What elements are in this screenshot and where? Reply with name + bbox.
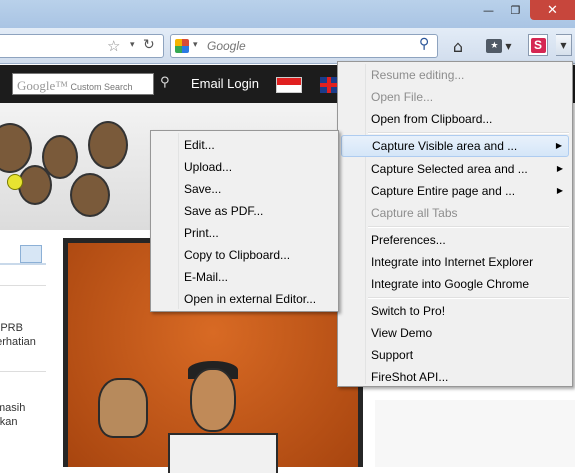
left-text-line: masih: [0, 402, 26, 414]
menu-item-integrate-ie[interactable]: Integrate into Internet Explorer: [341, 251, 569, 273]
close-button[interactable]: ✕: [530, 0, 575, 20]
submenu-item-print[interactable]: Print...: [154, 222, 335, 244]
email-login-link[interactable]: Email Login: [191, 76, 259, 91]
fireshot-icon: S: [530, 37, 546, 53]
submenu-item-open-external-editor[interactable]: Open in external Editor...: [154, 288, 335, 310]
submenu-item-edit[interactable]: Edit...: [154, 134, 335, 156]
cartoon-shirt: [168, 433, 278, 473]
divider: [0, 371, 46, 372]
sidebar-widget-header: [0, 245, 46, 265]
menu-item-preferences[interactable]: Preferences...: [341, 229, 569, 251]
bookmarks-icon: ★: [486, 39, 503, 53]
search-input[interactable]: [205, 37, 405, 55]
menu-item-open-from-clipboard[interactable]: Open from Clipboard...: [341, 108, 569, 130]
fireshot-menu: Resume editing... Open File... Open from…: [337, 61, 573, 387]
smiley-icon: [7, 174, 23, 190]
chevron-down-icon: ▼: [505, 41, 512, 51]
menu-item-switch-to-pro[interactable]: Switch to Pro!: [341, 300, 569, 322]
cartoon-person: [190, 368, 236, 432]
minimize-button[interactable]: —: [474, 0, 503, 20]
reload-icon[interactable]: ↻: [143, 37, 155, 53]
search-icon[interactable]: ⚲: [419, 36, 429, 52]
menu-item-support[interactable]: Support: [341, 344, 569, 366]
capture-submenu: Edit... Upload... Save... Save as PDF...…: [150, 130, 339, 312]
submenu-item-save[interactable]: Save...: [154, 178, 335, 200]
submenu-item-save-as-pdf[interactable]: Save as PDF...: [154, 200, 335, 222]
menu-item-label: Capture Entire page and ...: [371, 184, 516, 198]
engine-dropdown-icon[interactable]: ▾: [193, 40, 198, 50]
menu-item-label: Capture Visible area and ...: [372, 139, 518, 153]
menu-item-label: Capture Selected area and ...: [371, 162, 528, 176]
cartoon-face: [18, 165, 52, 205]
menu-separator: [368, 226, 569, 228]
submenu-arrow-icon: ▶: [556, 164, 563, 173]
indonesia-flag-icon[interactable]: [276, 77, 302, 93]
left-text-line: perhatian: [0, 336, 36, 348]
menu-item-view-demo[interactable]: View Demo: [341, 322, 569, 344]
cartoon-face: [0, 123, 32, 173]
left-text-line: nyakan: [0, 416, 18, 428]
maximize-button[interactable]: ❐: [501, 0, 530, 20]
bookmarks-button[interactable]: ★ ▼: [482, 36, 516, 56]
submenu-item-email[interactable]: E-Mail...: [154, 266, 335, 288]
search-brand: Google™: [17, 78, 69, 93]
submenu-arrow-icon: ▶: [556, 186, 563, 195]
fireshot-dropdown-button[interactable]: ▼: [556, 34, 572, 56]
cartoon-face: [88, 121, 128, 169]
submenu-arrow-icon: ▶: [555, 141, 562, 150]
submenu-item-copy-to-clipboard[interactable]: Copy to Clipboard...: [154, 244, 335, 266]
left-column-text: am PRB perhatian masih nyakan: [0, 273, 46, 467]
menu-item-capture-visible[interactable]: Capture Visible area and ... ▶: [341, 135, 569, 157]
menu-item-capture-entire[interactable]: Capture Entire page and ... ▶: [341, 180, 569, 202]
cartoon-person: [98, 378, 148, 438]
cartoon-face: [70, 173, 110, 217]
navigation-toolbar: ☆ ▾ ↻ ▾ ⚲ ⌂ ★ ▼ S ▼: [0, 28, 575, 64]
search-bar[interactable]: ▾ ⚲: [170, 34, 438, 58]
search-icon[interactable]: ⚲: [160, 75, 170, 90]
menu-item-fireshot-api[interactable]: FireShot API...: [341, 366, 569, 388]
bookmark-star-icon[interactable]: ☆: [107, 37, 120, 55]
uk-flag-icon[interactable]: [320, 77, 338, 93]
google-engine-icon[interactable]: [175, 39, 189, 53]
divider: [0, 285, 46, 286]
left-text-line: am PRB: [0, 322, 23, 334]
right-column: [375, 400, 575, 467]
menu-separator: [368, 132, 569, 134]
search-label: Custom Search: [70, 82, 133, 92]
home-icon[interactable]: ⌂: [448, 36, 468, 56]
menu-item-open-file[interactable]: Open File...: [341, 86, 569, 108]
window-titlebar: — ❐ ✕: [0, 0, 575, 28]
submenu-item-upload[interactable]: Upload...: [154, 156, 335, 178]
menu-item-capture-all-tabs[interactable]: Capture all Tabs: [341, 202, 569, 224]
fireshot-button[interactable]: S: [528, 34, 548, 56]
menu-separator: [368, 297, 569, 299]
menu-item-capture-selected[interactable]: Capture Selected area and ... ▶: [341, 158, 569, 180]
menu-item-integrate-chrome[interactable]: Integrate into Google Chrome: [341, 273, 569, 295]
menu-item-resume-editing[interactable]: Resume editing...: [341, 64, 569, 86]
url-bar[interactable]: ☆ ▾ ↻: [0, 34, 164, 58]
custom-search-input[interactable]: Google™ Custom Search: [12, 73, 154, 95]
widget-icon: [20, 245, 42, 263]
history-dropdown-icon[interactable]: ▾: [130, 40, 135, 50]
